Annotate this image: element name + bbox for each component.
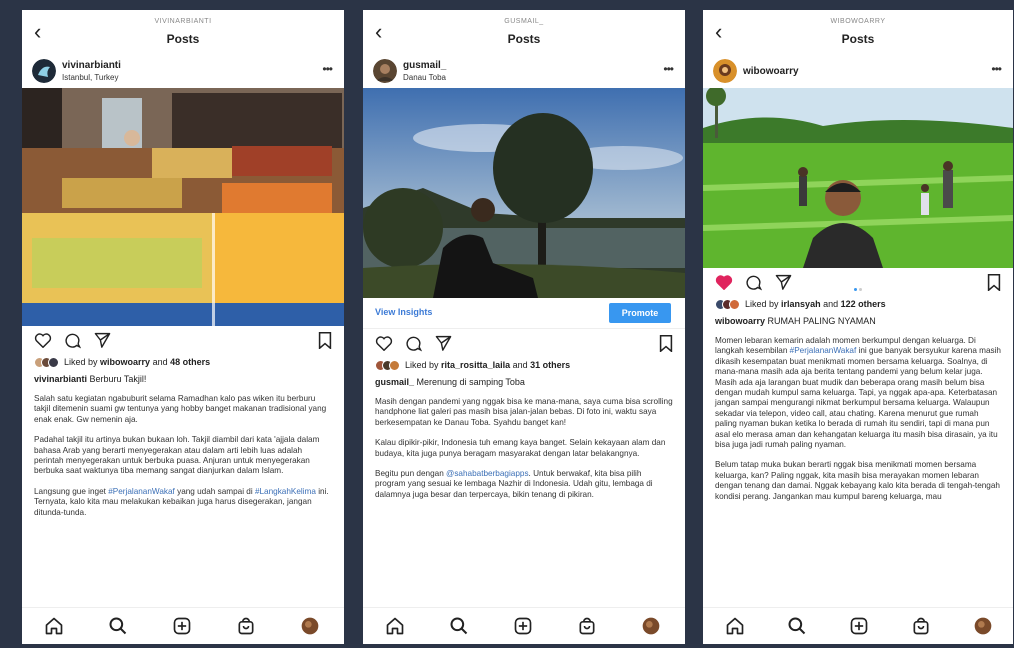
post-photo-sweets[interactable] bbox=[22, 88, 344, 326]
action-bar bbox=[363, 329, 685, 357]
shop-icon[interactable] bbox=[577, 616, 597, 636]
add-icon[interactable] bbox=[513, 616, 533, 636]
post-header: wibowoarry ••• bbox=[703, 54, 1013, 88]
promote-button[interactable]: Promote bbox=[609, 303, 671, 323]
hashtag-link[interactable]: #LangkahKelima bbox=[255, 487, 316, 496]
bookmark-icon[interactable] bbox=[987, 274, 1001, 291]
comment-icon[interactable] bbox=[745, 274, 762, 291]
more-icon[interactable]: ••• bbox=[991, 62, 1002, 76]
post-image bbox=[22, 88, 344, 326]
action-bar bbox=[22, 326, 344, 354]
post-header: vivinarbianti Istanbul, Turkey ••• bbox=[22, 54, 344, 88]
hashtag-link[interactable]: #PerjalananWakaf bbox=[108, 487, 175, 496]
comment-icon[interactable] bbox=[405, 335, 422, 352]
bottom-nav bbox=[703, 607, 1013, 644]
post-location[interactable]: Istanbul, Turkey bbox=[62, 73, 118, 82]
avatar[interactable] bbox=[32, 59, 56, 83]
hashtag-link[interactable]: #PerjalananWakaf bbox=[790, 346, 857, 355]
more-icon[interactable]: ••• bbox=[322, 62, 333, 76]
insights-bar: View Insights Promote bbox=[363, 298, 685, 329]
header-username: GUSMAIL_ bbox=[504, 18, 544, 25]
view-insights-link[interactable]: View Insights bbox=[375, 307, 432, 317]
profile-icon[interactable] bbox=[641, 616, 661, 636]
home-icon[interactable] bbox=[385, 616, 405, 636]
profile-icon[interactable] bbox=[973, 616, 993, 636]
caption-paragraph: Padahal takjil itu artinya bukan bukaan … bbox=[34, 435, 320, 476]
likes-row[interactable]: Liked by wibowoarry and 48 others bbox=[22, 354, 344, 372]
post-username[interactable]: wibowoarry bbox=[743, 66, 799, 77]
share-icon[interactable] bbox=[775, 274, 792, 290]
profile-icon[interactable] bbox=[300, 616, 320, 636]
shop-icon[interactable] bbox=[236, 616, 256, 636]
add-icon[interactable] bbox=[849, 616, 869, 636]
post-username[interactable]: vivinarbianti bbox=[62, 60, 121, 71]
caption: wibowoarry RUMAH PALING NYAMAN bbox=[715, 316, 876, 326]
action-bar bbox=[703, 268, 1013, 296]
caption-paragraph: Salah satu kegiatan ngabuburit selama Ra… bbox=[34, 394, 327, 424]
caption-paragraph: Langsung gue inget #PerjalananWakaf yang… bbox=[34, 486, 329, 517]
top-bar: ‹ VIVINARBIANTI Posts bbox=[22, 10, 344, 54]
carousel-dots bbox=[853, 278, 863, 296]
likes-row[interactable]: Liked by rita_rositta_laila and 31 other… bbox=[363, 357, 685, 375]
liker-avatars bbox=[715, 299, 741, 310]
bottom-nav bbox=[22, 607, 344, 644]
heart-icon[interactable] bbox=[34, 332, 52, 348]
caption: gusmail_ Merenung di samping Toba bbox=[375, 377, 525, 387]
caption-paragraph: Belum tatap muka bukan berarti nggak bis… bbox=[715, 460, 1000, 501]
post-screen-wibowoarry: ‹ WIBOWOARRY Posts wibowoarry ••• Liked … bbox=[703, 10, 1013, 644]
liker-avatars bbox=[375, 360, 401, 371]
search-icon[interactable] bbox=[108, 616, 128, 636]
caption-paragraph: Masih dengan pandemi yang nggak bisa ke … bbox=[375, 397, 673, 427]
caption-paragraph: Begitu pun dengan @sahabatberbagiapps. U… bbox=[375, 469, 653, 499]
mention-link[interactable]: @sahabatberbagiapps bbox=[446, 469, 529, 478]
post-screen-gusmail: ‹ GUSMAIL_ Posts gusmail_ Danau Toba ••• bbox=[363, 10, 685, 644]
post-header: gusmail_ Danau Toba ••• bbox=[363, 54, 685, 88]
liker-avatars bbox=[34, 357, 60, 368]
post-image bbox=[703, 88, 1013, 268]
post-location[interactable]: Danau Toba bbox=[403, 73, 446, 82]
likes-row[interactable]: Liked by irlansyah and 122 others bbox=[703, 296, 1013, 314]
avatar[interactable] bbox=[713, 59, 737, 83]
home-icon[interactable] bbox=[44, 616, 64, 636]
bookmark-icon[interactable] bbox=[318, 332, 332, 349]
likes-text: Liked by wibowoarry and 48 others bbox=[64, 357, 211, 367]
comment-icon[interactable] bbox=[64, 332, 81, 349]
header-username: VIVINARBIANTI bbox=[154, 18, 212, 25]
post-photo-lake-toba[interactable] bbox=[363, 88, 685, 298]
more-icon[interactable]: ••• bbox=[663, 62, 674, 76]
bottom-nav bbox=[363, 607, 685, 644]
caption-paragraph: Kalau dipikir-pikir, Indonesia tuh emang… bbox=[375, 438, 666, 458]
caption-paragraph: Momen lebaran kemarin adalah momen berku… bbox=[715, 336, 1001, 450]
caption: vivinarbianti Berburu Takjil! bbox=[34, 374, 147, 384]
shop-icon[interactable] bbox=[911, 616, 931, 636]
heart-icon[interactable] bbox=[715, 274, 733, 290]
likes-text: Liked by rita_rositta_laila and 31 other… bbox=[405, 360, 571, 370]
share-icon[interactable] bbox=[435, 335, 452, 351]
page-title: Posts bbox=[166, 32, 200, 46]
search-icon[interactable] bbox=[449, 616, 469, 636]
page-title: Posts bbox=[841, 32, 875, 46]
header-username: WIBOWOARRY bbox=[830, 18, 886, 25]
likes-text: Liked by irlansyah and 122 others bbox=[745, 299, 886, 309]
share-icon[interactable] bbox=[94, 332, 111, 348]
post-screen-vivinarbianti: ‹ VIVINARBIANTI Posts vivinarbianti Ista… bbox=[22, 10, 344, 644]
post-username[interactable]: gusmail_ bbox=[403, 60, 446, 71]
add-icon[interactable] bbox=[172, 616, 192, 636]
home-icon[interactable] bbox=[725, 616, 745, 636]
page-title: Posts bbox=[507, 32, 541, 46]
bookmark-icon[interactable] bbox=[659, 335, 673, 352]
post-photo-rice-field[interactable] bbox=[703, 88, 1013, 268]
post-image bbox=[363, 88, 685, 298]
avatar[interactable] bbox=[373, 59, 397, 83]
top-bar: ‹ WIBOWOARRY Posts bbox=[703, 10, 1013, 54]
search-icon[interactable] bbox=[787, 616, 807, 636]
top-bar: ‹ GUSMAIL_ Posts bbox=[363, 10, 685, 54]
heart-icon[interactable] bbox=[375, 335, 393, 351]
